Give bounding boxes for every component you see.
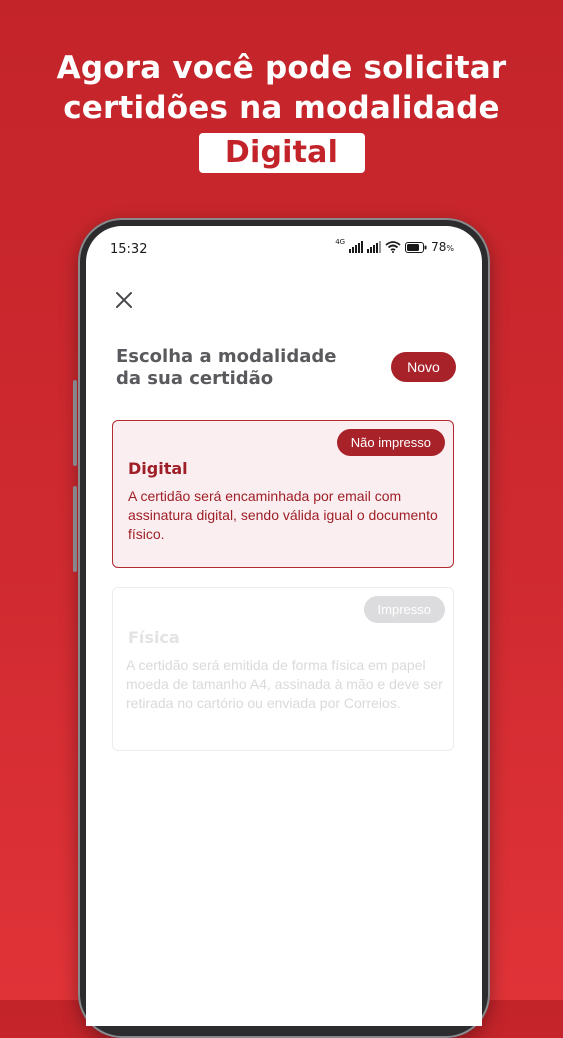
headline-line-2: certidões na modalidade bbox=[63, 90, 500, 126]
option-card-fisica[interactable]: Impresso Física A certidão será emitida … bbox=[112, 587, 454, 751]
new-badge: Novo bbox=[391, 352, 456, 382]
promo-headline: Agora você pode solicitar certidões na m… bbox=[0, 48, 563, 173]
option-title-digital: Digital bbox=[128, 459, 188, 478]
network-type-label: 4G bbox=[335, 238, 346, 246]
wifi-icon bbox=[385, 241, 401, 253]
phone-volume-button bbox=[73, 380, 77, 466]
signal-icon-2 bbox=[367, 241, 382, 253]
close-icon bbox=[116, 292, 132, 308]
battery-icon bbox=[405, 241, 427, 253]
option-title-fisica: Física bbox=[128, 628, 180, 647]
headline-line-1: Agora você pode solicitar bbox=[56, 50, 507, 86]
battery-percent: 78 bbox=[431, 240, 447, 254]
option-badge-printed: Impresso bbox=[363, 596, 445, 623]
close-button[interactable] bbox=[112, 288, 136, 312]
signal-icon bbox=[349, 241, 364, 253]
status-time: 15:32 bbox=[110, 242, 148, 257]
option-description-fisica: A certidão será emitida de forma física … bbox=[126, 657, 443, 711]
option-card-digital[interactable]: Não impresso Digital A certidão será enc… bbox=[112, 420, 454, 568]
phone-screen: 15:32 4G 78% Escolha a modalidade da sua… bbox=[86, 226, 482, 1026]
battery-unit: % bbox=[446, 244, 454, 253]
phone-power-button bbox=[73, 486, 77, 572]
page-title: Escolha a modalidade da sua certidão bbox=[116, 346, 337, 389]
status-bar: 15:32 4G 78% bbox=[86, 226, 482, 272]
option-description-digital: A certidão será encaminhada por email co… bbox=[128, 488, 438, 542]
option-badge-not-printed: Não impresso bbox=[336, 429, 445, 456]
headline-highlight: Digital bbox=[198, 133, 365, 173]
